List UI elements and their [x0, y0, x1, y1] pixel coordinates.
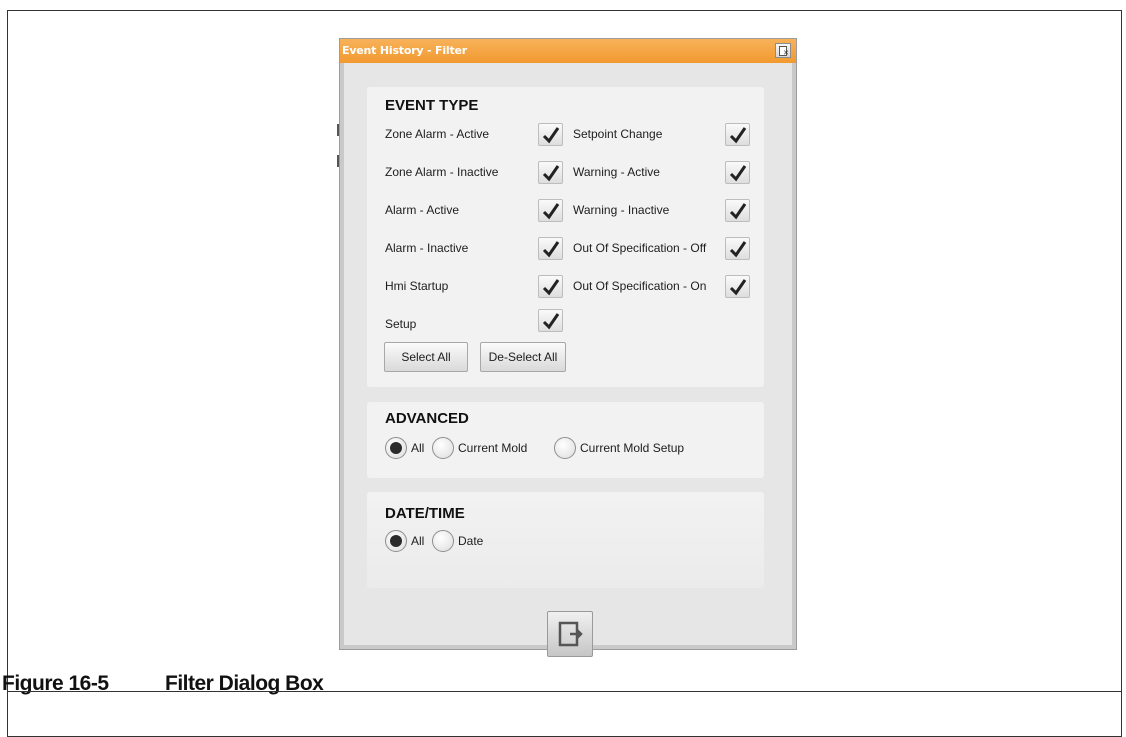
warning-active-checkbox[interactable] — [725, 161, 750, 184]
radio-label: Current Mold — [458, 441, 528, 455]
setpoint-change-checkbox[interactable] — [725, 123, 750, 146]
checkmark-icon — [729, 279, 747, 296]
checkbox-label: Out Of Specification - Off — [573, 241, 707, 255]
checkmark-icon — [542, 127, 560, 144]
checkmark-icon — [729, 165, 747, 182]
exit-door-icon — [558, 621, 583, 647]
date-time-panel: DATE/TIME All Date — [367, 492, 764, 588]
event-type-panel: EVENT TYPE Zone Alarm - Active Zone Alar… — [367, 87, 764, 387]
event-type-heading: EVENT TYPE — [385, 97, 479, 114]
date-all-radio[interactable] — [385, 530, 407, 552]
zone-alarm-inactive-checkbox[interactable] — [538, 161, 563, 184]
alarm-active-checkbox[interactable] — [538, 199, 563, 222]
out-of-spec-on-checkbox[interactable] — [725, 275, 750, 298]
title-bar: Event History - Filter ✕ — [340, 39, 796, 63]
zone-alarm-active-checkbox[interactable] — [538, 123, 563, 146]
checkbox-label: Alarm - Inactive — [385, 241, 469, 255]
radio-label: All — [411, 534, 425, 548]
checkmark-icon — [729, 203, 747, 220]
checkmark-icon — [729, 127, 747, 144]
advanced-panel: ADVANCED All Current Mold Current Mold S… — [367, 402, 764, 478]
checkbox-label: Warning - Inactive — [573, 203, 670, 217]
select-all-button[interactable]: Select All — [384, 342, 468, 372]
advanced-all-radio[interactable] — [385, 437, 407, 459]
checkbox-label: Hmi Startup — [385, 279, 449, 293]
figure-number: Figure 16-5 — [2, 672, 109, 695]
checkmark-icon — [542, 203, 560, 220]
radio-label: All — [411, 441, 425, 455]
figure-caption: Figure 16-5 Filter Dialog Box — [2, 672, 324, 696]
filter-dialog: Event History - Filter ✕ EVENT TYPE Zone… — [339, 38, 797, 657]
checkmark-icon — [542, 279, 560, 296]
date-time-heading: DATE/TIME — [385, 505, 465, 522]
date-date-radio[interactable] — [432, 530, 454, 552]
window-close-button[interactable]: ✕ — [775, 43, 791, 58]
checkbox-label: Zone Alarm - Active — [385, 127, 490, 141]
alarm-inactive-checkbox[interactable] — [538, 237, 563, 260]
advanced-current-mold-radio[interactable] — [432, 437, 454, 459]
advanced-current-mold-setup-radio[interactable] — [554, 437, 576, 459]
checkmark-icon — [542, 241, 560, 258]
checkbox-label: Out Of Specification - On — [573, 279, 707, 293]
checkbox-label: Warning - Active — [573, 165, 660, 179]
advanced-heading: ADVANCED — [385, 410, 469, 427]
radio-label: Current Mold Setup — [580, 441, 685, 455]
checkbox-label: Zone Alarm - Inactive — [385, 165, 499, 179]
checkmark-icon — [542, 313, 560, 330]
deselect-all-button[interactable]: De-Select All — [480, 342, 566, 372]
checkbox-label: Setpoint Change — [573, 127, 663, 141]
caption-rule — [7, 691, 1122, 692]
hmi-startup-checkbox[interactable] — [538, 275, 563, 298]
warning-inactive-checkbox[interactable] — [725, 199, 750, 222]
setup-checkbox[interactable] — [538, 309, 563, 332]
radio-label: Date — [458, 534, 484, 548]
checkbox-label: Alarm - Active — [385, 203, 460, 217]
checkmark-icon — [542, 165, 560, 182]
checkmark-icon — [729, 241, 747, 258]
dialog-body: EVENT TYPE Zone Alarm - Active Zone Alar… — [344, 63, 792, 657]
out-of-spec-off-checkbox[interactable] — [725, 237, 750, 260]
checkbox-label: Setup — [385, 317, 417, 331]
dialog-title: Event History - Filter — [342, 44, 468, 57]
exit-button[interactable] — [547, 611, 593, 657]
